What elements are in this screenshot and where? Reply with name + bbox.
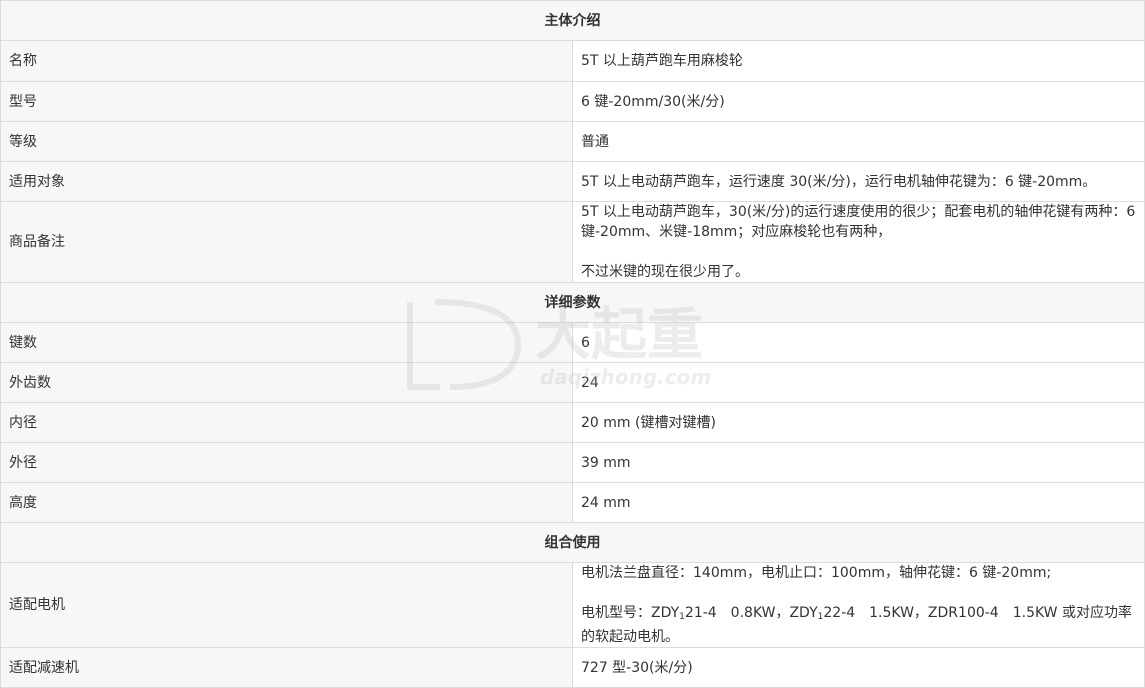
- row-model: 型号 6 键-20mm/30(米/分): [0, 81, 1145, 122]
- motor-line-2: 电机型号：ZDY121-4 0.8KW，ZDY122-4 1.5KW，ZDR10…: [581, 603, 1136, 647]
- row-inner-diameter: 内径 20 mm (键槽对键槽): [0, 402, 1145, 443]
- spec-table: 主体介绍 名称 5T 以上葫芦跑车用麻梭轮 型号 6 键-20mm/30(米/分…: [0, 0, 1145, 688]
- motor-line-1: 电机法兰盘直径：140mm，电机止口：100mm，轴伸花键：6 键-20mm;: [581, 565, 1052, 581]
- row-value: 电机法兰盘直径：140mm，电机止口：100mm，轴伸花键：6 键-20mm; …: [572, 562, 1145, 648]
- section-detail-params: 详细参数: [0, 282, 1145, 323]
- row-grade: 等级 普通: [0, 121, 1145, 162]
- row-label: 外齿数: [0, 362, 573, 403]
- row-value: 6: [572, 322, 1145, 363]
- row-remarks: 商品备注 5T 以上电动葫芦跑车，30(米/分)的运行速度使用的很少；配套电机的…: [0, 201, 1145, 283]
- row-label: 内径: [0, 402, 573, 443]
- row-value: 6 键-20mm/30(米/分): [572, 81, 1145, 122]
- row-label: 适用对象: [0, 161, 573, 202]
- row-label: 键数: [0, 322, 573, 363]
- row-label: 适配减速机: [0, 647, 573, 688]
- section-title: 组合使用: [0, 522, 1145, 563]
- motor-text: 21-4 0.8KW，ZDY: [684, 605, 818, 621]
- section-main-intro: 主体介绍: [0, 0, 1145, 41]
- section-title: 详细参数: [0, 282, 1145, 323]
- row-applicable: 适用对象 5T 以上电动葫芦跑车，运行速度 30(米/分)，运行电机轴伸花键为：…: [0, 161, 1145, 202]
- row-label: 商品备注: [0, 201, 573, 283]
- row-outer-diameter: 外径 39 mm: [0, 442, 1145, 483]
- row-name: 名称 5T 以上葫芦跑车用麻梭轮: [0, 40, 1145, 82]
- row-value: 20 mm (键槽对键槽): [572, 402, 1145, 443]
- row-motor: 适配电机 电机法兰盘直径：140mm，电机止口：100mm，轴伸花键：6 键-2…: [0, 562, 1145, 648]
- row-value: 5T 以上电动葫芦跑车，运行速度 30(米/分)，运行电机轴伸花键为：6 键-2…: [572, 161, 1145, 202]
- row-label: 外径: [0, 442, 573, 483]
- remarks-line-1: 5T 以上电动葫芦跑车，30(米/分)的运行速度使用的很少；配套电机的轴伸花键有…: [581, 204, 1136, 240]
- row-label: 等级: [0, 121, 573, 162]
- row-keys: 键数 6: [0, 322, 1145, 363]
- row-outer-teeth: 外齿数 24: [0, 362, 1145, 403]
- section-combo-use: 组合使用: [0, 522, 1145, 563]
- row-label: 高度: [0, 482, 573, 523]
- row-value: 24: [572, 362, 1145, 403]
- remarks-line-2: 不过米键的现在很少用了。: [581, 264, 749, 280]
- motor-text: 电机型号：ZDY: [581, 605, 680, 621]
- row-value: 5T 以上电动葫芦跑车，30(米/分)的运行速度使用的很少；配套电机的轴伸花键有…: [572, 201, 1145, 283]
- row-value: 普通: [572, 121, 1145, 162]
- row-label: 名称: [0, 40, 573, 82]
- row-value: 727 型-30(米/分): [572, 647, 1145, 688]
- row-reducer: 适配减速机 727 型-30(米/分): [0, 647, 1145, 688]
- row-value: 24 mm: [572, 482, 1145, 523]
- row-height: 高度 24 mm: [0, 482, 1145, 523]
- section-title: 主体介绍: [0, 0, 1145, 41]
- row-label: 型号: [0, 81, 573, 122]
- row-label: 适配电机: [0, 562, 573, 648]
- row-value: 5T 以上葫芦跑车用麻梭轮: [572, 40, 1145, 82]
- row-value: 39 mm: [572, 442, 1145, 483]
